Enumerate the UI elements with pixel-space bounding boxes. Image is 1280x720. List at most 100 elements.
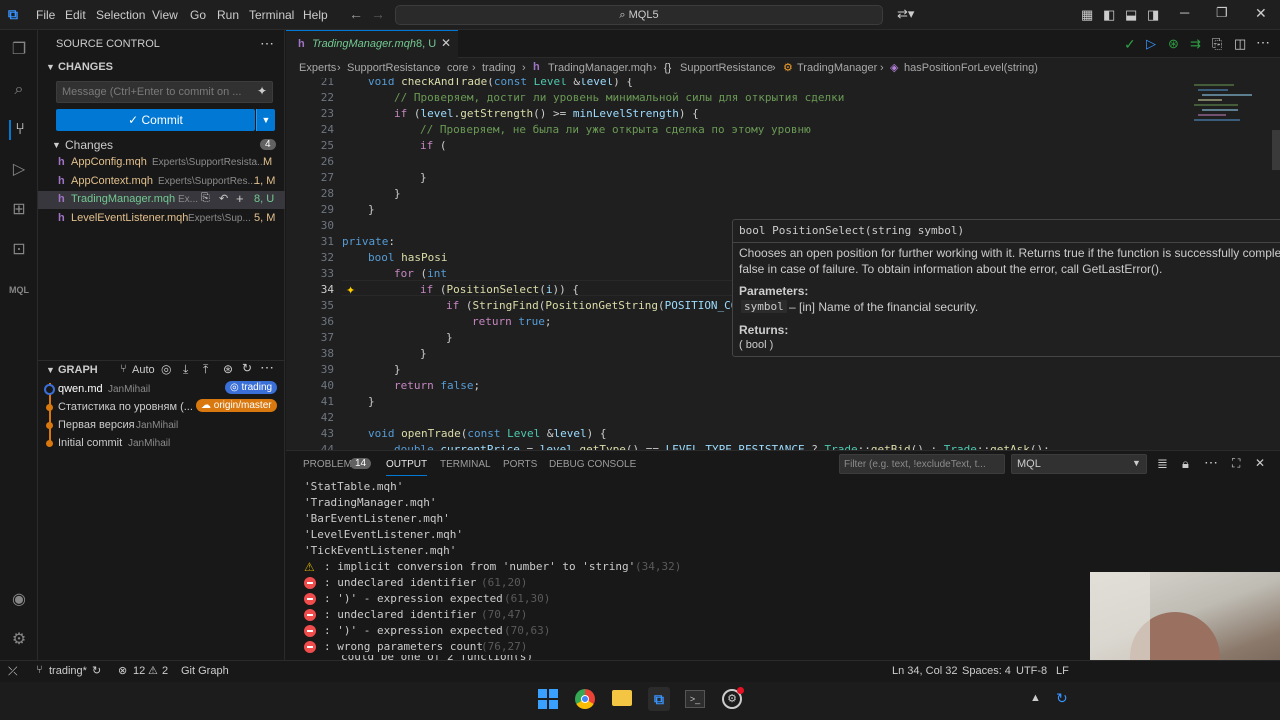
extensions-icon[interactable]: ⊞ bbox=[9, 200, 29, 220]
commit-dropdown-chevron-icon[interactable]: ▼ bbox=[256, 109, 275, 131]
toggle-secondary-sidebar-icon[interactable]: ◨ bbox=[1147, 7, 1159, 23]
error-count[interactable]: 12 bbox=[133, 665, 145, 677]
graph-section-header[interactable]: GRAPH bbox=[58, 364, 98, 376]
menu-help[interactable]: Help bbox=[303, 8, 328, 22]
warning-count[interactable]: 2 bbox=[162, 665, 168, 677]
chevron-down-icon[interactable]: ▼ bbox=[52, 140, 61, 150]
list-item[interactable]: h AppConfig.mqh Experts\SupportResista..… bbox=[38, 154, 285, 172]
chevron-down-icon[interactable]: ▼ bbox=[46, 365, 55, 375]
more-actions-icon[interactable]: ⋯ bbox=[260, 35, 274, 52]
menu-edit[interactable]: Edit bbox=[65, 8, 86, 22]
commit-row[interactable]: Первая версия JanMihail bbox=[38, 417, 285, 435]
sparkle-icon[interactable]: ✦ bbox=[257, 84, 267, 98]
more-actions-icon[interactable]: ⋯ bbox=[260, 359, 274, 376]
layout-customize-icon[interactable]: ▦ bbox=[1081, 7, 1093, 23]
discard-changes-icon[interactable]: ↶ bbox=[219, 192, 228, 205]
editor-scrollbar[interactable] bbox=[1272, 130, 1280, 170]
tray-app-icon[interactable]: ↻ bbox=[1056, 690, 1068, 707]
menu-run[interactable]: Run bbox=[217, 8, 239, 22]
chrome-icon[interactable] bbox=[575, 689, 595, 709]
minimize-icon[interactable]: ─ bbox=[1180, 5, 1189, 20]
minimap[interactable] bbox=[1192, 78, 1270, 218]
breadcrumb-item[interactable]: trading bbox=[482, 62, 516, 74]
tab-trading-manager[interactable]: h TradingManager.mqh 8, U ✕ bbox=[286, 30, 458, 58]
breadcrumb-item[interactable]: TradingManager bbox=[797, 62, 877, 74]
more-actions-icon[interactable]: ⋯ bbox=[1204, 454, 1218, 471]
debug-icon[interactable]: ⊛ bbox=[1168, 36, 1179, 52]
fetch-icon[interactable]: ⤓ bbox=[183, 362, 188, 377]
settings-gear-icon[interactable]: ⚙ bbox=[9, 630, 29, 650]
clear-output-icon[interactable]: ≣ bbox=[1157, 456, 1168, 472]
close-tab-icon[interactable]: ✕ bbox=[441, 36, 451, 50]
remote-explorer-icon[interactable]: ⊡ bbox=[9, 240, 29, 260]
toggle-panel-icon[interactable]: ⬓ bbox=[1125, 7, 1137, 23]
commit-row[interactable]: qwen.md JanMihail ◎ trading bbox=[38, 381, 285, 399]
windows-start-icon[interactable] bbox=[538, 689, 558, 709]
chevron-down-icon[interactable]: ▼ bbox=[46, 62, 55, 72]
breadcrumb-item[interactable]: TradingManager.mqh bbox=[548, 62, 652, 74]
indentation[interactable]: Spaces: 4 bbox=[962, 665, 1011, 677]
lock-scroll-icon[interactable]: 🔒︎ bbox=[1182, 456, 1189, 472]
stash-icon[interactable]: ⊛ bbox=[223, 362, 233, 376]
list-item[interactable]: h AppContext.mqh Experts\SupportRes... 1… bbox=[38, 173, 285, 191]
remote-indicator-icon[interactable]: ⤫ bbox=[8, 664, 18, 679]
list-item-selected[interactable]: h TradingManager.mqh Ex... ⎘ ↶ + 8, U bbox=[38, 191, 285, 209]
menu-terminal[interactable]: Terminal bbox=[249, 8, 294, 22]
breadcrumb-item[interactable]: hasPositionForLevel(string) bbox=[904, 62, 1038, 74]
split-editor-icon[interactable]: ◫ bbox=[1234, 36, 1246, 52]
vscode-taskbar-icon[interactable]: ⧉ bbox=[648, 687, 670, 711]
tab-ports[interactable]: PORTS bbox=[503, 459, 537, 470]
push-icon[interactable]: ⤒ bbox=[203, 362, 208, 377]
close-window-icon[interactable]: ✕ bbox=[1255, 5, 1267, 22]
menu-selection[interactable]: Selection bbox=[96, 8, 145, 22]
commit-message-input[interactable]: Message (Ctrl+Enter to commit on ... ✦ bbox=[56, 81, 273, 103]
graph-auto-label[interactable]: Auto bbox=[132, 364, 155, 376]
menu-view[interactable]: View bbox=[152, 8, 178, 22]
list-item[interactable]: h LevelEventListener.mqh Experts\Sup... … bbox=[38, 210, 285, 228]
tab-output[interactable]: OUTPUT bbox=[386, 459, 428, 476]
breadcrumb-item[interactable]: core bbox=[447, 62, 468, 74]
mql-icon[interactable]: MQL bbox=[9, 280, 29, 300]
run-debug-icon[interactable]: ▷ bbox=[9, 160, 29, 180]
stage-changes-icon[interactable]: + bbox=[236, 191, 244, 206]
changes-group-label[interactable]: Changes bbox=[65, 138, 113, 152]
command-center-search[interactable]: ⌕ MQL5 bbox=[395, 5, 883, 25]
line-ending[interactable]: LF bbox=[1056, 665, 1069, 677]
menu-go[interactable]: Go bbox=[190, 8, 206, 22]
menu-file[interactable]: File bbox=[36, 8, 55, 22]
breadcrumb-item[interactable]: Experts bbox=[299, 62, 336, 74]
run-icon[interactable]: ▷ bbox=[1146, 36, 1156, 52]
target-icon[interactable]: ◎ bbox=[161, 362, 171, 376]
explorer-icon[interactable]: ❐ bbox=[9, 40, 29, 60]
encoding[interactable]: UTF-8 bbox=[1016, 665, 1047, 677]
file-explorer-icon[interactable] bbox=[612, 690, 632, 706]
account-icon[interactable]: ◉ bbox=[9, 590, 29, 610]
sync-icon[interactable]: ↻ bbox=[92, 664, 101, 677]
maximize-icon[interactable]: ❐ bbox=[1216, 5, 1228, 21]
open-file-icon[interactable]: ⎘ bbox=[201, 192, 210, 205]
changes-section-header[interactable]: CHANGES bbox=[58, 61, 113, 73]
cursor-position[interactable]: Ln 34, Col 32 bbox=[892, 665, 957, 677]
copilot-icon[interactable]: ⇄▾ bbox=[897, 6, 914, 22]
output-channel-select[interactable]: MQL ▼ bbox=[1011, 454, 1147, 474]
commit-row[interactable]: Статистика по уровням (... ☁ origin/mast… bbox=[38, 399, 285, 417]
toggle-sidebar-icon[interactable]: ◧ bbox=[1103, 7, 1115, 23]
back-arrow-icon[interactable]: ← bbox=[349, 6, 363, 22]
close-panel-icon[interactable]: ✕ bbox=[1255, 456, 1265, 470]
git-graph-button[interactable]: Git Graph bbox=[181, 665, 229, 677]
breadcrumb-item[interactable]: SupportResistance bbox=[680, 62, 773, 74]
source-control-icon[interactable]: ⑂ bbox=[9, 120, 29, 140]
tab-terminal[interactable]: TERMINAL bbox=[440, 459, 491, 470]
search-icon[interactable]: ⌕ bbox=[9, 80, 29, 100]
branch-name[interactable]: trading* bbox=[49, 665, 87, 677]
refresh-icon[interactable]: ↻ bbox=[242, 361, 252, 375]
more-actions-icon[interactable]: ⋯ bbox=[1256, 34, 1270, 51]
deploy-icon[interactable]: ⇉ bbox=[1190, 36, 1201, 52]
commit-button[interactable]: ✓ Commit bbox=[56, 109, 255, 131]
commit-row[interactable]: Initial commit JanMihail bbox=[38, 435, 285, 453]
tray-chevron-up-icon[interactable]: ▲ bbox=[1030, 692, 1041, 704]
output-filter-input[interactable]: Filter (e.g. text, !excludeText, t... bbox=[839, 454, 1005, 474]
forward-arrow-icon[interactable]: → bbox=[371, 6, 385, 22]
terminal-taskbar-icon[interactable]: >_ bbox=[685, 690, 705, 708]
code-editor[interactable]: 21 22 23 24 25 26 27 28 29 30 31 32 33 3… bbox=[286, 78, 1280, 450]
